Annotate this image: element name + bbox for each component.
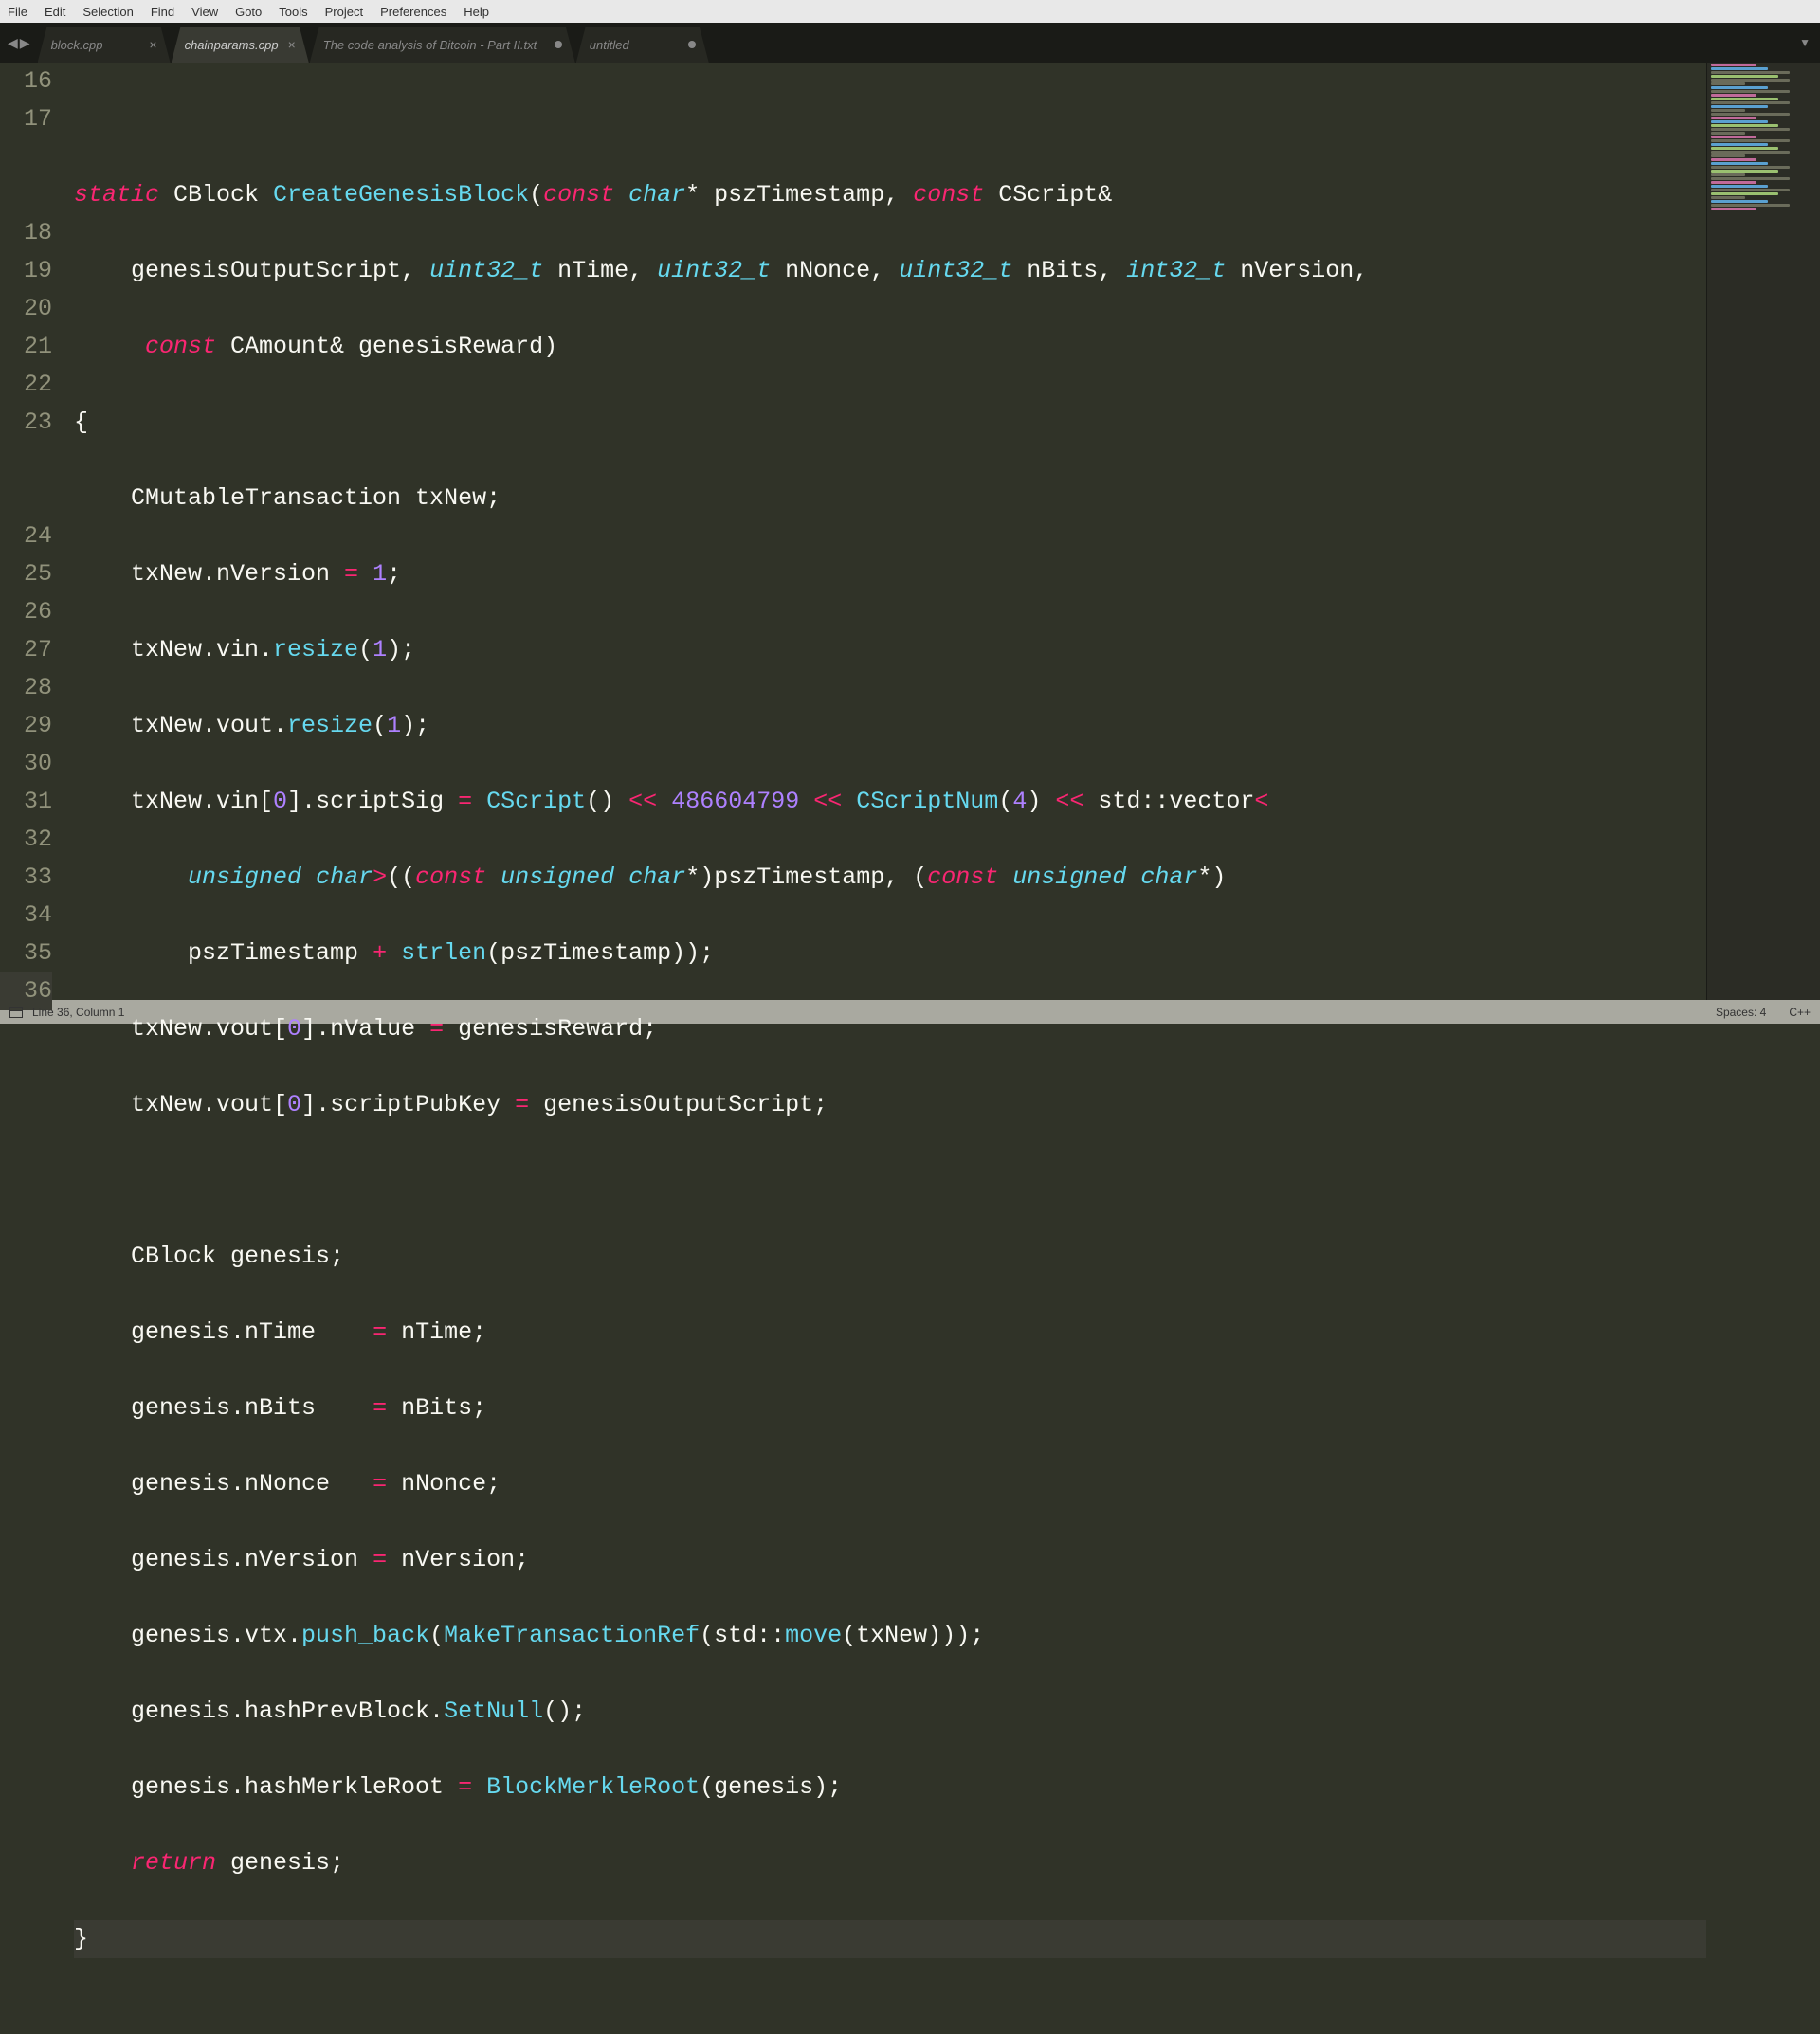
tab-bar: ◀ ▶ block.cpp × chainparams.cpp × The co… — [0, 23, 1820, 63]
tab-untitled[interactable]: untitled — [576, 27, 709, 63]
menu-selection[interactable]: Selection — [82, 5, 133, 19]
sidebar-toggle-icon[interactable] — [9, 1007, 23, 1018]
tab-label: block.cpp — [51, 38, 103, 52]
indentation-setting[interactable]: Spaces: 4 — [1716, 1006, 1766, 1019]
line-number-gutter: 16 17 18 19 20 21 22 23 24 25 26 27 28 2… — [0, 63, 64, 1000]
tab-code-analysis[interactable]: The code analysis of Bitcoin - Part II.t… — [310, 27, 575, 63]
menu-project[interactable]: Project — [325, 5, 363, 19]
menu-bar: File Edit Selection Find View Goto Tools… — [0, 0, 1820, 23]
code-area[interactable]: static CBlock CreateGenesisBlock(const c… — [64, 63, 1706, 1000]
dirty-dot-icon — [688, 41, 696, 48]
nav-left-icon[interactable]: ◀ — [8, 35, 18, 51]
tab-chainparams-cpp[interactable]: chainparams.cpp × — [172, 27, 309, 63]
menu-preferences[interactable]: Preferences — [380, 5, 446, 19]
close-icon[interactable]: × — [288, 37, 296, 52]
editor: 16 17 18 19 20 21 22 23 24 25 26 27 28 2… — [0, 63, 1820, 1000]
menu-view[interactable]: View — [191, 5, 218, 19]
tab-label: untitled — [590, 38, 629, 52]
menu-goto[interactable]: Goto — [235, 5, 262, 19]
menu-file[interactable]: File — [8, 5, 27, 19]
minimap[interactable] — [1706, 63, 1820, 1000]
language-mode[interactable]: C++ — [1789, 1006, 1811, 1019]
tab-nav-arrows[interactable]: ◀ ▶ — [0, 23, 38, 63]
tab-overflow-button[interactable]: ▼ — [1790, 23, 1820, 63]
menu-help[interactable]: Help — [464, 5, 489, 19]
tab-label: The code analysis of Bitcoin - Part II.t… — [323, 38, 537, 52]
menu-tools[interactable]: Tools — [279, 5, 307, 19]
tab-label: chainparams.cpp — [185, 38, 279, 52]
close-icon[interactable]: × — [149, 37, 156, 52]
menu-edit[interactable]: Edit — [45, 5, 65, 19]
menu-find[interactable]: Find — [151, 5, 174, 19]
dirty-dot-icon — [555, 41, 562, 48]
tab-block-cpp[interactable]: block.cpp × — [38, 27, 171, 63]
nav-right-icon[interactable]: ▶ — [20, 35, 30, 51]
